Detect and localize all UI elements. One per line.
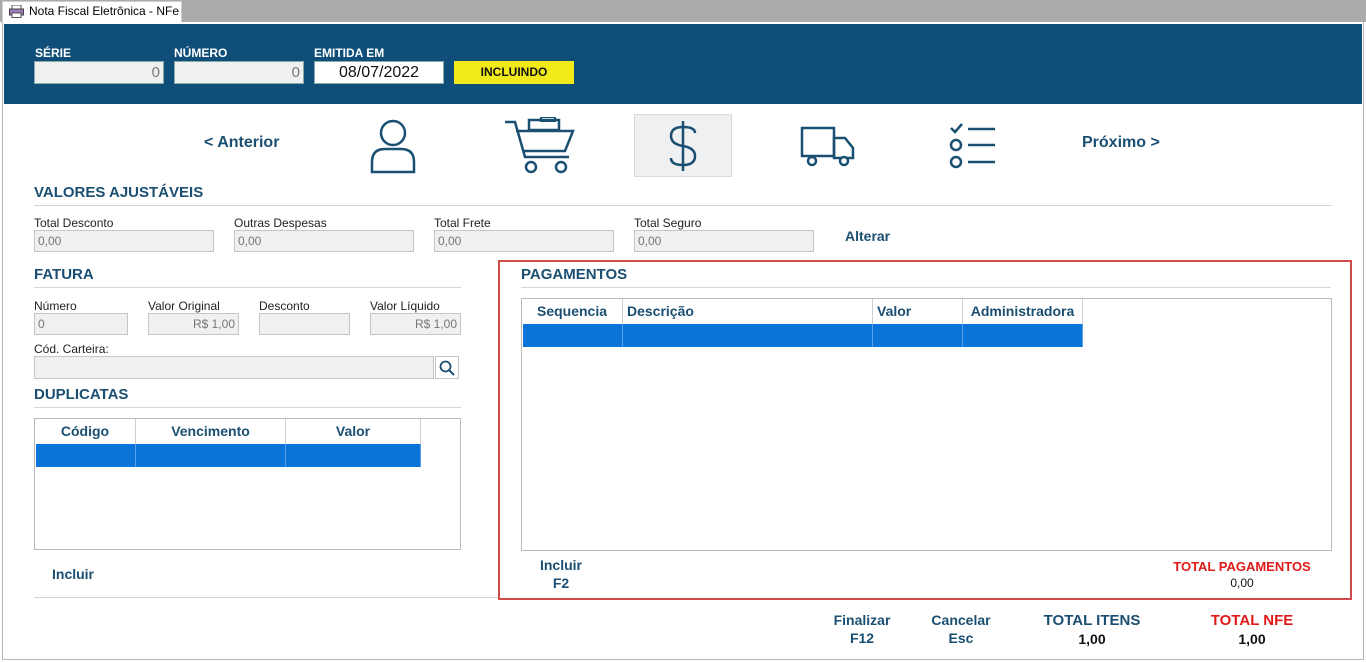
- truck-icon: [800, 126, 855, 166]
- valor-liquido-label: Valor Líquido: [370, 299, 440, 313]
- total-seguro-label: Total Seguro: [634, 216, 702, 230]
- search-icon: [439, 360, 455, 376]
- column-header-valor[interactable]: Valor: [286, 419, 421, 444]
- status-badge: INCLUINDO: [454, 61, 574, 84]
- table-cell[interactable]: [523, 324, 623, 347]
- serie-field[interactable]: 0: [34, 61, 164, 84]
- column-header-valor[interactable]: Valor: [873, 299, 963, 324]
- checklist-icon: [949, 122, 995, 168]
- total-seguro-field[interactable]: 0,00: [634, 230, 814, 252]
- outras-despesas-label: Outras Despesas: [234, 216, 327, 230]
- cancelar-label: Cancelar: [931, 612, 991, 628]
- duplicatas-table[interactable]: Código Vencimento Valor: [34, 418, 461, 550]
- step-products[interactable]: [490, 114, 588, 177]
- step-payment[interactable]: [634, 114, 732, 177]
- finalizar-button[interactable]: Finalizar F12: [822, 611, 902, 647]
- table-cell[interactable]: [36, 444, 136, 467]
- step-summary[interactable]: [924, 114, 1022, 177]
- duplicatas-incluir-button[interactable]: Incluir: [52, 565, 94, 583]
- fatura-numero-field[interactable]: 0: [34, 313, 128, 335]
- divider: [34, 205, 1332, 206]
- desconto-field[interactable]: [259, 313, 350, 335]
- pagamentos-title: PAGAMENTOS: [521, 266, 628, 283]
- tab-nfe[interactable]: Nota Fiscal Eletrônica - NFe: [2, 1, 182, 22]
- pagamentos-incluir-button[interactable]: Incluir F2: [531, 556, 591, 592]
- step-shipping[interactable]: [779, 114, 877, 177]
- total-frete-field[interactable]: 0,00: [434, 230, 614, 252]
- table-cell[interactable]: [623, 324, 873, 347]
- total-nfe-value: 1,00: [1238, 631, 1266, 647]
- cancelar-shortcut: Esc: [948, 630, 974, 646]
- column-header-vencimento[interactable]: Vencimento: [136, 419, 286, 444]
- divider: [34, 407, 461, 408]
- table-cell[interactable]: [286, 444, 421, 467]
- tab-title: Nota Fiscal Eletrônica - NFe: [29, 4, 180, 18]
- duplicatas-title: DUPLICATAS: [34, 386, 129, 403]
- numero-field[interactable]: 0: [174, 61, 304, 84]
- table-row[interactable]: [36, 444, 421, 467]
- outras-despesas-field[interactable]: 0,00: [234, 230, 414, 252]
- tab-bar: Nota Fiscal Eletrônica - NFe: [0, 0, 1366, 22]
- table-row[interactable]: [523, 324, 1083, 347]
- total-pagamentos-value: 0,00: [1230, 576, 1254, 590]
- desconto-label: Desconto: [259, 299, 310, 313]
- table-cell[interactable]: [136, 444, 286, 467]
- total-pagamentos-label: TOTAL PAGAMENTOS: [1173, 559, 1311, 574]
- divider: [34, 597, 498, 598]
- cancelar-button[interactable]: Cancelar Esc: [921, 611, 1001, 647]
- table-cell[interactable]: [963, 324, 1083, 347]
- cart-icon: [505, 116, 575, 173]
- total-desconto-field[interactable]: 0,00: [34, 230, 214, 252]
- dollar-icon: [669, 120, 697, 171]
- emitida-field[interactable]: 08/07/2022: [314, 61, 444, 84]
- finalizar-label: Finalizar: [833, 612, 891, 628]
- alterar-button[interactable]: Alterar: [845, 227, 890, 245]
- total-itens-value: 1,00: [1078, 631, 1106, 647]
- column-header-administradora[interactable]: Administradora: [963, 299, 1083, 324]
- finalizar-shortcut: F12: [849, 630, 875, 646]
- column-header-sequencia[interactable]: Sequencia: [522, 299, 623, 324]
- emitida-label: EMITIDA EM: [314, 46, 385, 60]
- carteira-label: Cód. Carteira:: [34, 342, 109, 356]
- divider: [34, 287, 461, 288]
- incluir-shortcut: F2: [552, 575, 570, 591]
- column-header-codigo[interactable]: Código: [35, 419, 136, 444]
- fatura-title: FATURA: [34, 266, 94, 283]
- step-customer[interactable]: [344, 114, 442, 177]
- column-header-descricao[interactable]: Descrição: [623, 299, 873, 324]
- valor-liquido-field[interactable]: R$ 1,00: [370, 313, 461, 335]
- table-cell[interactable]: [873, 324, 963, 347]
- numero-label: NÚMERO: [174, 46, 228, 60]
- valor-original-field[interactable]: R$ 1,00: [148, 313, 239, 335]
- carteira-field[interactable]: [34, 356, 434, 379]
- previous-button[interactable]: < Anterior: [204, 134, 279, 152]
- total-nfe-label: TOTAL NFE: [1210, 612, 1294, 629]
- next-button[interactable]: Próximo >: [1082, 134, 1160, 152]
- fatura-numero-label: Número: [34, 299, 77, 313]
- printer-icon: [9, 5, 24, 18]
- carteira-search-button[interactable]: [435, 356, 459, 379]
- valores-title: VALORES AJUSTÁVEIS: [34, 184, 204, 201]
- serie-label: SÉRIE: [35, 46, 72, 60]
- user-icon: [370, 119, 416, 173]
- divider: [521, 287, 1331, 288]
- incluir-label: Incluir: [539, 557, 582, 573]
- total-itens-label: TOTAL ITENS: [1043, 612, 1141, 629]
- pagamentos-table[interactable]: Sequencia Descrição Valor Administradora: [521, 298, 1332, 551]
- valor-original-label: Valor Original: [148, 299, 220, 313]
- total-frete-label: Total Frete: [434, 216, 491, 230]
- total-desconto-label: Total Desconto: [34, 216, 114, 230]
